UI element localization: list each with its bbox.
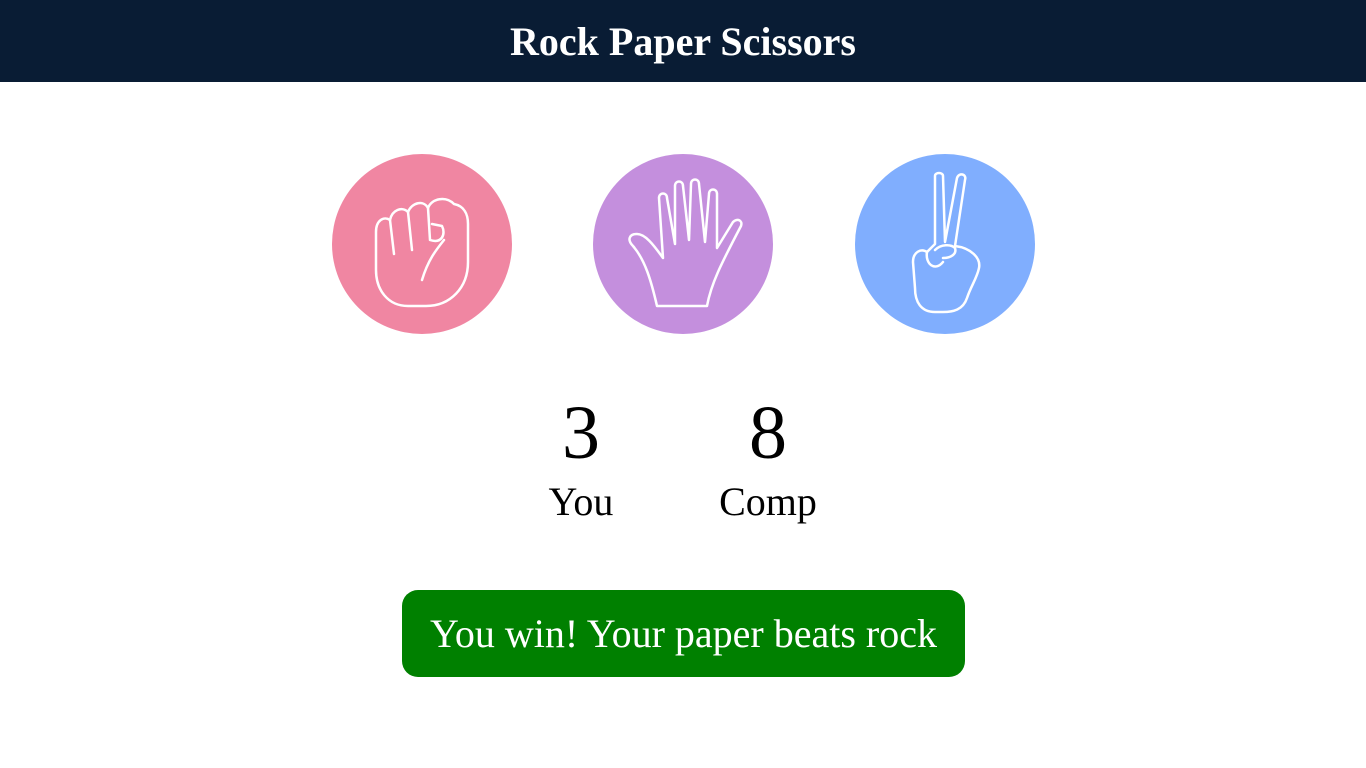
result-message: You win! Your paper beats rock [429, 611, 937, 656]
open-hand-icon [628, 178, 743, 308]
header-bar: Rock Paper Scissors [0, 0, 1366, 82]
choice-row [0, 154, 1366, 334]
scissors-button[interactable] [855, 154, 1035, 334]
page-title: Rock Paper Scissors [510, 18, 856, 64]
paper-button[interactable] [593, 154, 773, 334]
peace-sign-icon [911, 171, 981, 314]
player-score-label: You [548, 479, 614, 524]
player-score-value: 3 [562, 391, 600, 475]
computer-score-label: Comp [719, 479, 817, 524]
rock-button[interactable] [332, 154, 512, 334]
player-score: 3 You [501, 388, 661, 524]
computer-score-value: 8 [749, 391, 787, 475]
fist-icon [374, 197, 470, 308]
computer-score: 8 Comp [688, 388, 848, 524]
result-banner: You win! Your paper beats rock [402, 590, 965, 677]
